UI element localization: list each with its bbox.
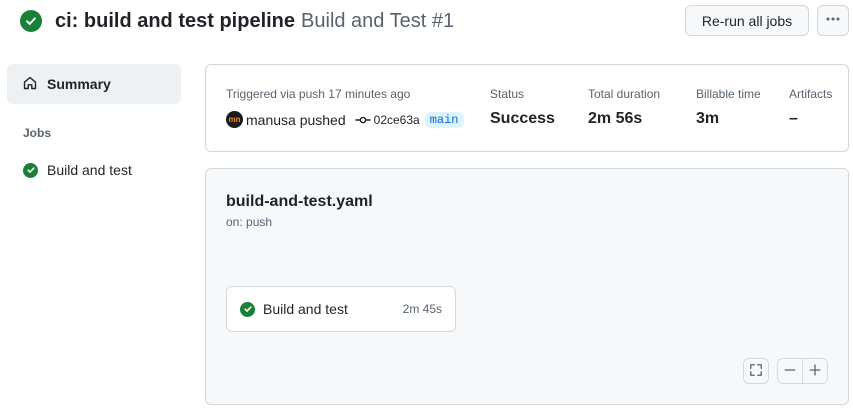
sidebar-job-build-and-test[interactable]: Build and test bbox=[7, 162, 181, 178]
home-icon bbox=[22, 75, 38, 94]
artifacts-value: – bbox=[789, 110, 798, 127]
duration-metric: Total duration 2m 56s bbox=[588, 87, 660, 128]
fullscreen-button[interactable] bbox=[743, 358, 769, 384]
success-check-icon bbox=[20, 10, 42, 32]
workflow-name: ci: build and test pipeline bbox=[55, 9, 296, 32]
billable-value[interactable]: 3m bbox=[696, 110, 761, 128]
branch-label[interactable]: main bbox=[424, 111, 464, 128]
status-label: Status bbox=[490, 87, 525, 101]
jobs-heading: Jobs bbox=[23, 126, 52, 140]
workflow-trigger: on: push bbox=[226, 215, 273, 229]
avatar[interactable]: mn bbox=[226, 111, 243, 128]
workflow-file-name: build-and-test.yaml bbox=[226, 193, 373, 210]
workflow-graph: build-and-test.yaml on: push Build and t… bbox=[205, 168, 849, 405]
more-options-button[interactable] bbox=[817, 5, 849, 36]
duration-label: Total duration bbox=[588, 87, 661, 101]
status-value: Success bbox=[490, 110, 555, 127]
kebab-horizontal-icon bbox=[825, 11, 841, 30]
graph-job-build-and-test[interactable]: Build and test 2m 45s bbox=[226, 286, 456, 332]
actor-row: mn manusa pushed 02ce63a main bbox=[226, 111, 464, 128]
graph-job-duration: 2m 45s bbox=[402, 302, 442, 316]
sidebar: Summary Jobs Build and test bbox=[7, 64, 181, 178]
run-summary-card: Triggered via push 17 minutes ago mn man… bbox=[205, 64, 849, 152]
billable-metric: Billable time 3m bbox=[696, 87, 761, 128]
actor-text: manusa pushed bbox=[246, 111, 346, 128]
sidebar-item-label: Summary bbox=[47, 76, 111, 92]
sidebar-job-label: Build and test bbox=[47, 162, 132, 178]
artifacts-metric: Artifacts – bbox=[789, 87, 832, 128]
zoom-out-button[interactable] bbox=[777, 358, 803, 384]
rerun-all-jobs-button[interactable]: Re-run all jobs bbox=[685, 5, 809, 36]
status-metric: Status Success bbox=[490, 87, 555, 128]
dash-icon bbox=[783, 363, 797, 380]
billable-label: Billable time bbox=[696, 87, 761, 101]
zoom-in-button[interactable] bbox=[802, 358, 828, 384]
success-check-icon bbox=[23, 162, 38, 178]
trigger-text: Triggered via push 17 minutes ago bbox=[226, 87, 411, 101]
sidebar-item-summary[interactable]: Summary bbox=[7, 64, 181, 104]
success-check-icon bbox=[240, 301, 255, 317]
graph-job-label: Build and test bbox=[263, 301, 348, 317]
git-commit-icon bbox=[354, 112, 371, 128]
commit-sha-link[interactable]: 02ce63a bbox=[374, 113, 420, 127]
artifacts-label: Artifacts bbox=[789, 87, 833, 101]
page-title: ci: build and test pipeline Build and Tes… bbox=[55, 10, 454, 33]
plus-icon bbox=[808, 363, 822, 380]
screen-full-icon bbox=[749, 363, 763, 380]
duration-value: 2m 56s bbox=[588, 110, 643, 127]
run-name: Build and Test #1 bbox=[301, 9, 455, 32]
